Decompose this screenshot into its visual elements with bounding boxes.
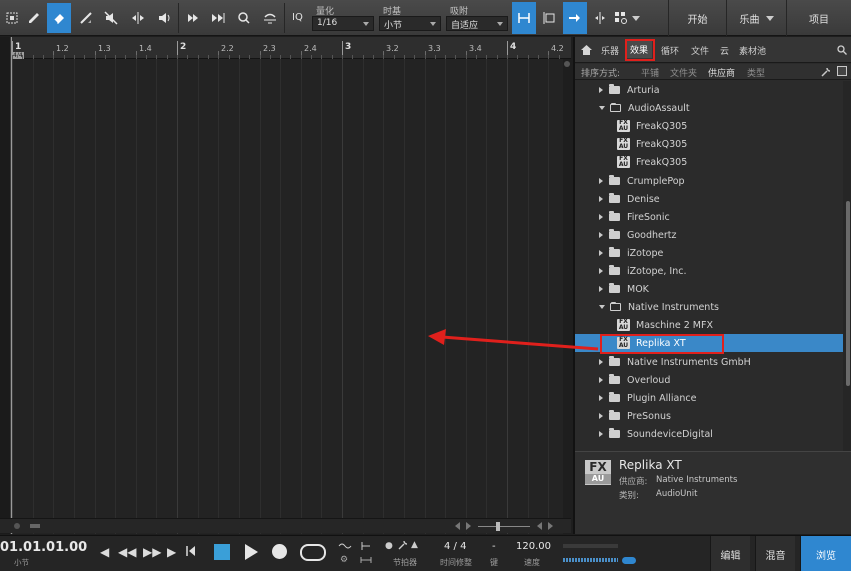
annotation-arrow-icon	[428, 329, 599, 351]
